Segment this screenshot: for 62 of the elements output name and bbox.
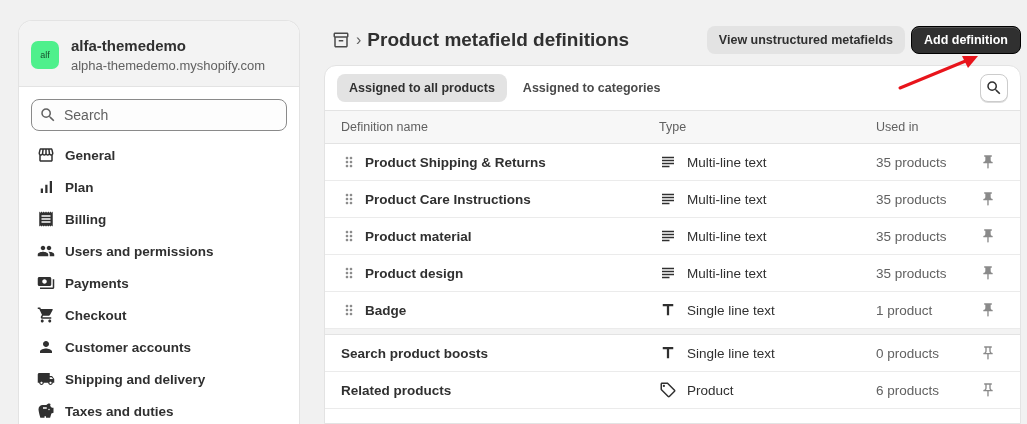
type-text: Multi-line text	[687, 154, 767, 170]
usage-count: 6 products	[876, 382, 941, 398]
cart-icon	[37, 306, 55, 324]
box-icon[interactable]	[332, 31, 350, 49]
nav-item[interactable]: Taxes and duties	[19, 395, 299, 424]
definition-name: Product Care Instructions	[365, 191, 531, 207]
breadcrumb-separator: ›	[356, 31, 362, 49]
view-metafields-button[interactable]: View unstructured metafields	[706, 26, 905, 54]
type-text: Multi-line text	[687, 265, 767, 281]
definition-name: Search product boosts	[341, 345, 489, 361]
pin-icon[interactable]	[980, 302, 996, 318]
truck-icon	[37, 370, 55, 388]
definition-name: Product design	[365, 265, 464, 281]
nav-item[interactable]: Shipping and delivery	[19, 363, 299, 395]
page-title: Product metafield definitions	[367, 29, 631, 51]
definition-name: Related products	[341, 382, 452, 398]
usage-count: 35 products	[876, 154, 948, 170]
nav-item[interactable]: Payments	[19, 267, 299, 299]
store-domain: alpha-themedemo.myshopify.com	[71, 58, 266, 73]
definition-name: Product Shipping & Returns	[365, 154, 546, 170]
add-definition-button[interactable]: Add definition	[911, 26, 1021, 54]
nav-item[interactable]: Plan	[19, 171, 299, 203]
filter-tab[interactable]: Assigned to all products	[337, 74, 507, 102]
usage-count: 35 products	[876, 265, 948, 281]
search-icon	[39, 106, 57, 124]
type-text: Multi-line text	[687, 228, 767, 244]
pin-icon[interactable]	[980, 191, 996, 207]
usage-count: 1 product	[876, 302, 934, 318]
store-avatar: alf	[31, 41, 59, 69]
cash-icon	[37, 274, 55, 292]
pin-icon[interactable]	[980, 228, 996, 244]
pin-icon[interactable]	[980, 265, 996, 281]
filter-tab[interactable]: Assigned to categories	[510, 74, 673, 102]
type-text: Single line text	[687, 302, 775, 318]
nav-item[interactable]: Checkout	[19, 299, 299, 331]
person-icon	[37, 338, 55, 356]
usage-count: 0 products	[876, 345, 941, 361]
store-name: alfa-themedemo	[71, 37, 188, 54]
nav-item[interactable]: General	[19, 139, 299, 171]
money-bag-icon	[37, 402, 55, 420]
usage-count: 35 products	[876, 191, 948, 207]
nav-item[interactable]: Billing	[19, 203, 299, 235]
column-header: Type	[659, 120, 688, 134]
pin-icon[interactable]	[980, 382, 996, 398]
column-header: Definition name	[341, 120, 429, 134]
type-text: Product	[687, 382, 734, 398]
pin-icon[interactable]	[980, 154, 996, 170]
store-icon	[37, 146, 55, 164]
type-text: Multi-line text	[687, 191, 767, 207]
definition-name: Product material	[365, 228, 472, 244]
search-button[interactable]	[980, 74, 1008, 102]
definition-name: Badge	[365, 302, 407, 318]
nav-item[interactable]: Users and permissions	[19, 235, 299, 267]
search-icon	[985, 79, 1003, 97]
receipt-icon	[37, 210, 55, 228]
type-text: Single line text	[687, 345, 775, 361]
pin-icon[interactable]	[980, 345, 996, 361]
tag-icon	[659, 381, 677, 399]
usage-count: 35 products	[876, 228, 948, 244]
nav-item[interactable]: Customer accounts	[19, 331, 299, 363]
column-header: Used in	[876, 120, 920, 134]
search-field[interactable]: Search	[31, 99, 287, 131]
